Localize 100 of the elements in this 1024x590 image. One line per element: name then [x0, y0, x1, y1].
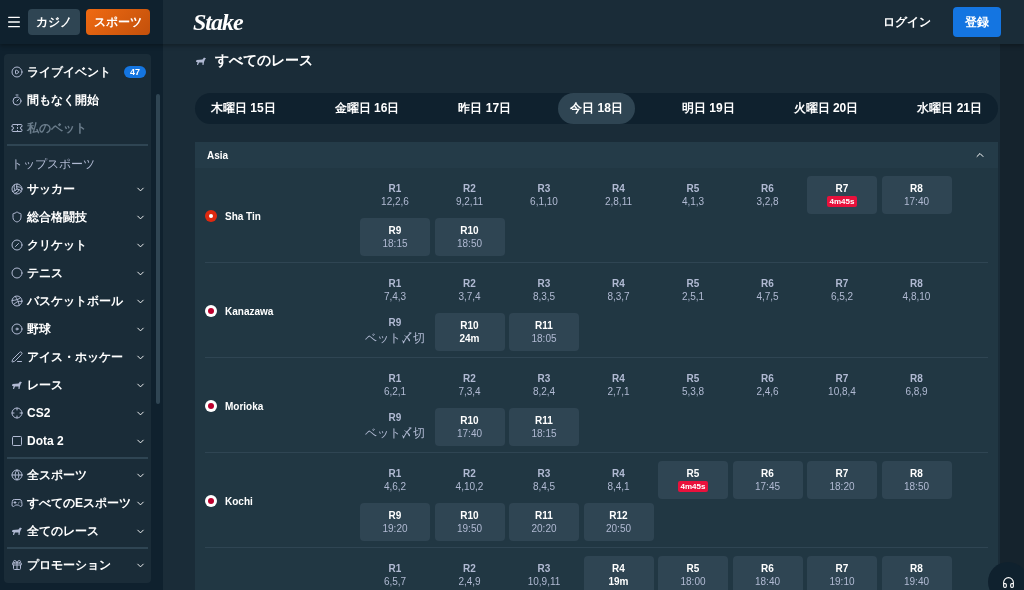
- flag-icon: [205, 305, 217, 317]
- day-tab[interactable]: 明日 19日: [669, 93, 747, 124]
- venue-name: Sha Tin: [225, 210, 261, 222]
- race-result: R1 7,4,3: [382, 277, 408, 304]
- race-button[interactable]: R6 18:40: [732, 556, 803, 590]
- race-result: R7 6,5,2: [829, 277, 855, 304]
- race-result: R9 ベット〆切: [364, 316, 426, 347]
- race-result: R4 2,7,1: [606, 372, 631, 399]
- race-result: R8 4,8,10: [901, 277, 932, 304]
- sidebar-item[interactable]: バスケットボール: [7, 287, 148, 315]
- day-tab[interactable]: 昨日 17日: [446, 93, 524, 124]
- race-button[interactable]: R10 18:50: [434, 218, 505, 256]
- race-result: R6 4,7,5: [755, 277, 780, 304]
- register-button[interactable]: 登録: [953, 7, 1001, 37]
- race-result: R3 8,2,4: [531, 372, 557, 399]
- race-button[interactable]: R9 18:15: [360, 218, 430, 256]
- sidebar-item[interactable]: 全スポーツ: [7, 461, 148, 489]
- logo[interactable]: Stake: [193, 8, 243, 36]
- race-button[interactable]: R5 18:00: [658, 556, 728, 590]
- race-result: R1 12,2,6: [380, 182, 410, 209]
- race-result: R6 3,2,8: [755, 182, 780, 209]
- race-result: R3 10,9,11: [526, 562, 562, 589]
- page-title: すべてのレース: [215, 52, 313, 70]
- sidebar-item[interactable]: アイス・ホッケー: [7, 343, 148, 371]
- venue-name: Morioka: [225, 400, 264, 412]
- headphones-icon: [1001, 575, 1015, 589]
- race-result: R1 6,2,1: [382, 372, 408, 399]
- sidebar-item[interactable]: クリケット: [7, 231, 148, 259]
- day-tab[interactable]: 今日 18日: [558, 93, 635, 124]
- sidebar-item[interactable]: 野球: [7, 315, 148, 343]
- venue-name: Kanazawa: [225, 305, 274, 317]
- race-button[interactable]: R5 4m45s: [658, 461, 728, 499]
- race-button[interactable]: R7 4m45s: [807, 176, 877, 214]
- horse-icon: [11, 379, 23, 391]
- flag-icon: [205, 495, 217, 507]
- sidebar-item[interactable]: テニス: [7, 259, 148, 287]
- sidebar-item[interactable]: 間もなく開始: [7, 86, 148, 114]
- category-tab[interactable]: スポーツ: [86, 9, 150, 35]
- count-badge: 47: [124, 66, 146, 78]
- race-result: R2 9,2,11: [454, 182, 485, 209]
- sidebar-item[interactable]: すべてのEスポーツ: [7, 489, 148, 517]
- race-button[interactable]: R7 18:20: [807, 461, 877, 499]
- sidebar-item[interactable]: プロモーション: [7, 551, 148, 579]
- race-button[interactable]: R10 19:50: [434, 503, 505, 541]
- race-button[interactable]: R11 18:05: [509, 313, 579, 351]
- day-tab[interactable]: 水曜日 21日: [905, 93, 994, 124]
- race-result: R9 ベット〆切: [364, 411, 426, 442]
- region-header[interactable]: Asia: [195, 142, 998, 168]
- race-button[interactable]: R10 24m: [434, 313, 505, 351]
- horse-icon: [11, 525, 23, 537]
- race-button[interactable]: R11 20:20: [509, 503, 579, 541]
- race-result: R2 2,4,9: [457, 562, 482, 589]
- race-result: R6 2,4,6: [755, 372, 780, 399]
- race-result: R5 5,3,8: [680, 372, 706, 399]
- gamepad-icon: [11, 497, 23, 509]
- race-button[interactable]: R6 17:45: [732, 461, 803, 499]
- sidebar-item[interactable]: サッカー: [7, 175, 148, 203]
- race-result: R5 2,5,1: [680, 277, 706, 304]
- crosshair-icon: [11, 407, 23, 419]
- flag-icon: [205, 400, 217, 412]
- day-tab[interactable]: 火曜日 20日: [781, 93, 871, 124]
- race-result: R1 4,6,2: [382, 467, 408, 494]
- play-icon: [11, 66, 23, 78]
- race-result: R2 7,3,4: [457, 372, 482, 399]
- race-result: R4 8,4,1: [606, 467, 631, 494]
- race-result: R4 8,3,7: [606, 277, 631, 304]
- race-result: R3 8,3,5: [531, 277, 557, 304]
- sidebar-item[interactable]: レース: [7, 371, 148, 399]
- sidebar-item[interactable]: Dota 2: [7, 427, 148, 455]
- race-result: R7 10,8,4: [827, 372, 857, 399]
- category-tab[interactable]: カジノ: [28, 9, 80, 35]
- day-tab[interactable]: 木曜日 15日: [199, 93, 288, 124]
- sidebar-item[interactable]: ライブイベント 47: [7, 58, 148, 86]
- race-result: R3 8,4,5: [531, 467, 557, 494]
- race-result: R5 4,1,3: [680, 182, 706, 209]
- race-result: R4 2,8,11: [603, 182, 634, 209]
- race-button[interactable]: R8 19:40: [881, 556, 952, 590]
- race-button[interactable]: R4 19m: [583, 556, 654, 590]
- sidebar-item[interactable]: 総合格闘技: [7, 203, 148, 231]
- race-result: R1 6,5,7: [382, 562, 408, 589]
- region-name: Asia: [207, 149, 229, 161]
- flag-icon: [205, 210, 217, 222]
- venue-name: Kochi: [225, 495, 253, 507]
- sidebar-item[interactable]: 全てのレース: [7, 517, 148, 545]
- race-button[interactable]: R8 18:50: [881, 461, 952, 499]
- stopwatch-icon: [11, 94, 23, 106]
- race-button[interactable]: R7 19:10: [807, 556, 877, 590]
- race-button[interactable]: R12 20:50: [583, 503, 654, 541]
- login-button[interactable]: ログイン: [877, 12, 937, 32]
- menu-icon[interactable]: [6, 14, 22, 30]
- gift-icon: [11, 559, 23, 571]
- sidebar-item[interactable]: CS2: [7, 399, 148, 427]
- race-button[interactable]: R9 19:20: [360, 503, 430, 541]
- race-button[interactable]: R11 18:15: [509, 408, 579, 446]
- race-button[interactable]: R10 17:40: [434, 408, 505, 446]
- race-result: R8 6,8,9: [904, 372, 929, 399]
- ticket-icon: [11, 122, 23, 134]
- square-icon: [11, 435, 23, 447]
- race-button[interactable]: R8 17:40: [881, 176, 952, 214]
- day-tab[interactable]: 金曜日 16日: [322, 93, 412, 124]
